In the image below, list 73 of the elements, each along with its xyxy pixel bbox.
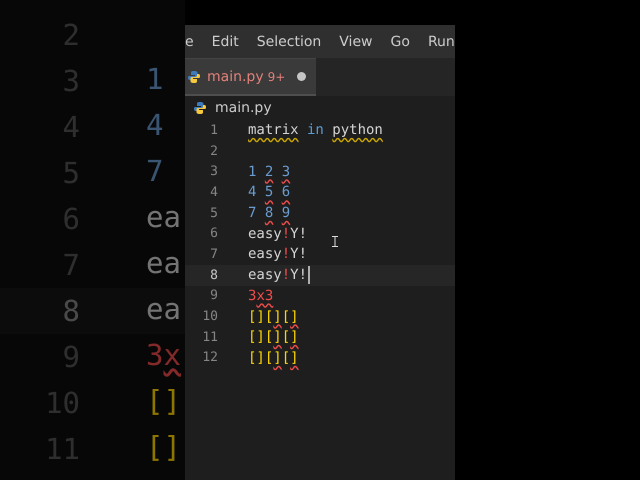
line-number: 2 [209,144,218,159]
python-icon [187,70,201,84]
code-text: in [307,122,324,138]
code-text: ] [290,308,299,325]
menu-item[interactable]: View [339,34,373,50]
code-text: 2 [264,164,274,180]
code-text: easy [248,246,282,262]
line-number: 8 [62,294,80,328]
editor-tab[interactable]: main.py 9+ [185,58,316,96]
menu-item[interactable]: e [185,34,194,50]
code-text: [] [146,384,181,420]
code-text: ! [282,267,290,284]
code-text: [ [282,350,290,366]
code-text: [ [282,308,290,325]
code-text: 9 [282,205,290,222]
code-text: 8 [264,205,274,222]
text-cursor-icon [332,236,338,247]
python-icon [193,101,207,115]
code-text: ] [273,308,282,325]
line-number: 9 [209,288,218,304]
code-text: 3 [282,164,290,180]
code-text: [][ [248,329,274,346]
code-text: 1 [248,164,256,180]
code-text: ! [282,246,290,262]
breadcrumb[interactable]: main.py [215,100,272,116]
code-text: Y! [290,267,308,284]
code-text: ] [290,329,299,346]
code-text: 1 [146,62,164,98]
code-text: Y! [290,246,308,262]
code-text: [][ [248,350,274,366]
text-cursor [308,266,310,284]
line-number: 11 [201,330,218,345]
code-text: matrix [248,122,299,138]
menu-item[interactable]: Go [390,34,410,50]
menu-item[interactable]: Run [428,34,455,50]
line-number: 7 [209,246,218,262]
code-text: 4 [248,184,256,200]
line-number: 3 [209,164,218,180]
code-text: 5 [264,184,274,200]
line-number: 6 [209,226,218,242]
line-number: 4 [209,184,218,200]
code-text: ] [273,350,282,366]
line-number: 12 [201,350,218,366]
line-number: 8 [209,268,218,283]
menu-item[interactable]: Edit [212,34,239,50]
code-text: Y! [290,226,308,242]
code-text: ] [273,329,282,346]
code-text: 3 [248,288,256,304]
code-text: x3 [256,288,274,304]
line-number: 10 [201,309,218,324]
line-number: 5 [209,206,218,221]
menu-item[interactable]: Selection [256,34,322,50]
code-text: ea [146,292,181,328]
tab-label: main.py [207,68,264,84]
code-text: 7 [146,154,164,190]
code-text: ea [146,246,181,282]
code-text: 7 [248,205,256,222]
code-text: 4 [146,108,164,144]
code-text: 6 [282,184,290,200]
code-text: x [163,338,181,374]
code-text: ! [282,226,290,242]
code-text: easy [248,267,282,284]
code-text: [] [146,430,181,466]
code-text: ] [290,350,299,366]
unsaved-dot-icon[interactable] [297,72,306,81]
code-text: [][ [248,308,274,325]
code-text: python [332,122,383,138]
line-number: 1 [209,122,218,138]
code-text: ea [146,200,181,236]
problem-count: 9+ [268,70,286,84]
code-text: easy [248,226,282,242]
code-text: [ [282,329,290,346]
code-text: 3 [146,338,164,374]
